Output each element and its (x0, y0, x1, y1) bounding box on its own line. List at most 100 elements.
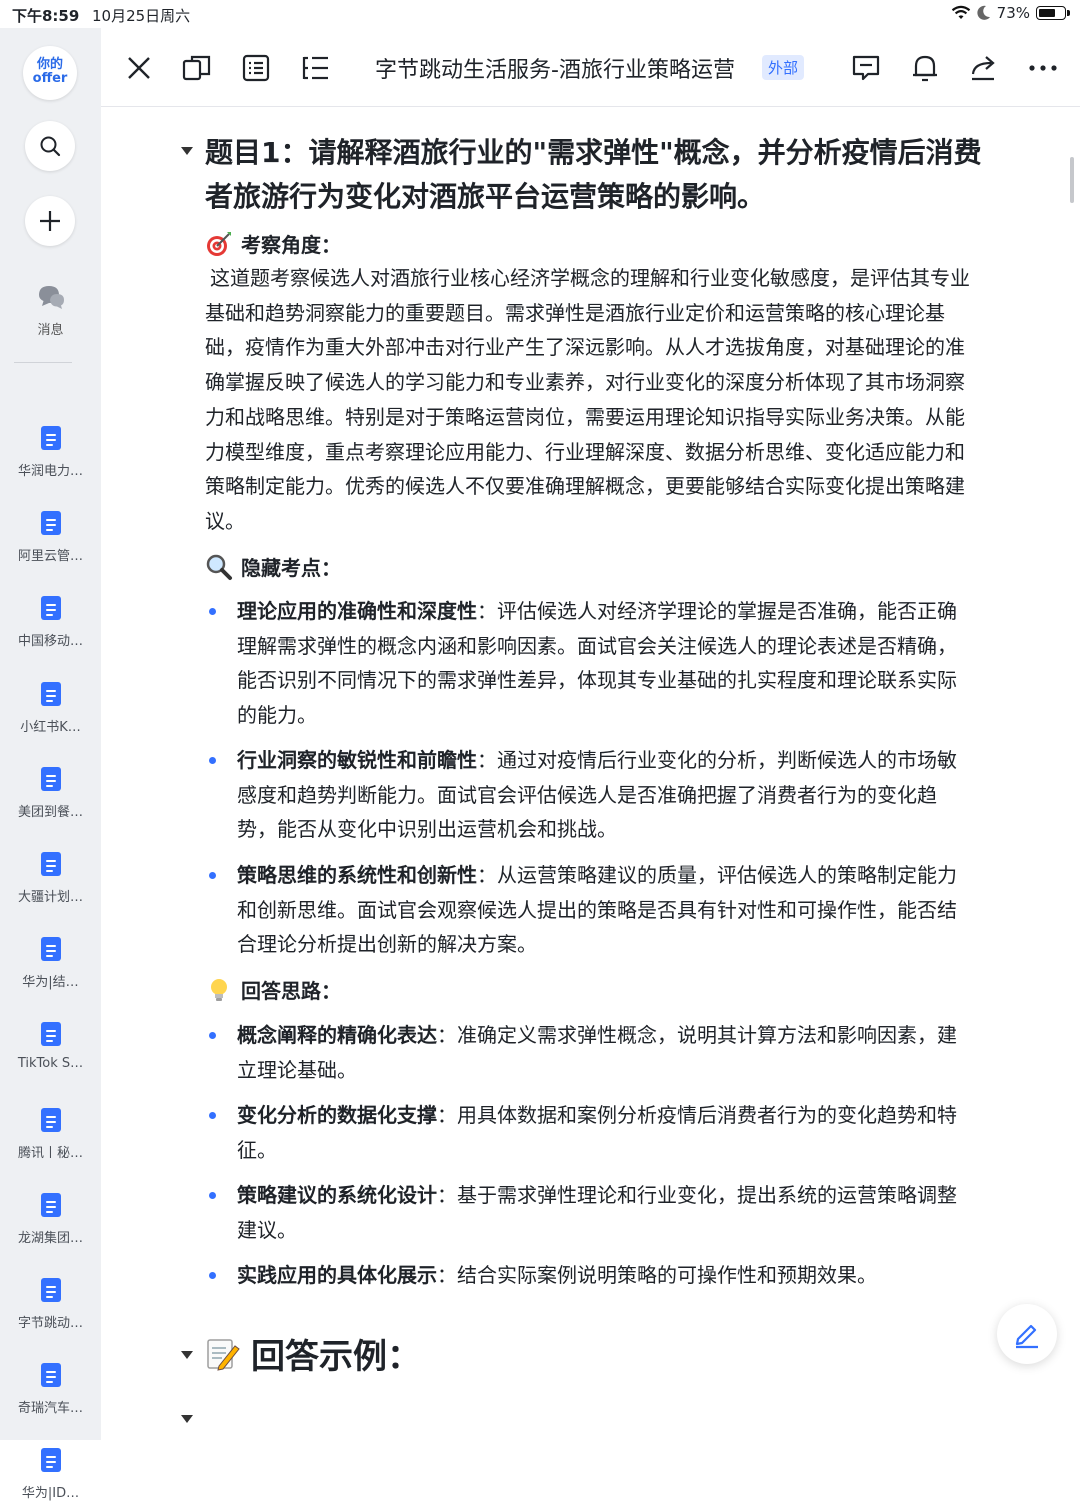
sidebar-doc-label: TikTok S… (17, 1056, 84, 1072)
target-icon (205, 230, 233, 258)
outline-button[interactable] (240, 52, 272, 84)
sidebar-doc-label: 奇瑞汽车… (17, 1401, 83, 1417)
sidebar-doc-item[interactable]: 华润电力… (0, 426, 101, 479)
sidebar-doc-item[interactable]: 美团到餐… (0, 766, 101, 820)
hidden-title: 隐藏考点： (241, 556, 341, 580)
more-button[interactable] (1027, 52, 1059, 84)
bell-icon (913, 55, 937, 82)
close-icon (128, 57, 150, 79)
logo-line1: 你的 (36, 57, 63, 72)
sidebar-doc-item[interactable]: 字节跳动… (0, 1278, 101, 1331)
approach-title: 回答思路： (241, 979, 341, 1003)
collapse-toggle-example[interactable] (181, 1351, 193, 1359)
window-button[interactable] (181, 52, 213, 84)
sidebar-divider (14, 362, 72, 363)
approach-point-item: 概念阐释的精确化表达：准确定义需求弹性概念，说明其计算方法和影响因素，建立理论基… (205, 1018, 975, 1087)
notification-button[interactable] (909, 52, 941, 84)
doc-icon (40, 426, 61, 450)
bullet-text: ：结合实际案例说明策略的可操作性和预期效果。 (437, 1263, 877, 1287)
sidebar-doc-label: 大疆计划… (17, 890, 83, 905)
comment-button[interactable] (850, 52, 882, 84)
bullet-bold: 行业洞察的敏锐性和前瞻性 (237, 748, 477, 772)
search-icon (40, 136, 61, 157)
sidebar-doc-item[interactable]: 阿里云管… (0, 511, 101, 564)
hidden-point-item: 策略思维的系统性和创新性：从运营策略建议的质量，评估候选人的策略制定能力和创新思… (205, 858, 975, 962)
doc-icon (40, 852, 61, 876)
hidden-point-item: 理论应用的准确性和深度性：评估候选人对经济学理论的掌握是否准确，能否正确理解需求… (205, 594, 975, 733)
share-button[interactable] (968, 52, 1000, 84)
wifi-icon (951, 5, 970, 19)
bullet-dot (209, 757, 216, 764)
approach-point-item: 策略建议的系统化设计：基于需求弹性理论和行业变化，提出系统的运营策略调整建议。 (205, 1178, 975, 1247)
bullet-dot (209, 1112, 216, 1119)
sidebar-doc-item[interactable]: 华为|结… (0, 937, 101, 990)
perspective-text: 这道题考察候选人对酒旅行业核心经济学概念的理解和行业变化敏感度，是评估其专业基础… (205, 266, 970, 533)
hidden-section-title: 隐藏考点： (205, 552, 341, 581)
doc-content[interactable]: 题目1：请解释酒旅行业的"需求弹性"概念，并分析疫情后消费者旅游行为变化对酒旅平… (101, 107, 1080, 1440)
sidebar-doc-label: 华为|结… (22, 975, 79, 991)
question-heading: 题目1：请解释酒旅行业的"需求弹性"概念，并分析疫情后消费者旅游行为变化对酒旅平… (205, 136, 982, 213)
doc-title: 字节跳动生活服务-酒旅行业策略运营 (375, 58, 735, 83)
battery-icon (1036, 6, 1070, 20)
share-icon (971, 56, 995, 81)
approach-point-item: 实践应用的具体化展示：结合实际案例说明策略的可操作性和预期效果。 (205, 1258, 975, 1293)
sidebar-doc-item[interactable]: 小红书K… (0, 681, 101, 735)
scrollbar-thumb[interactable] (1070, 157, 1074, 203)
collapse-toggle-sub[interactable] (181, 1415, 193, 1423)
toc-icon (302, 56, 328, 80)
edit-button[interactable] (997, 1304, 1057, 1364)
bullet-dot (209, 1272, 216, 1279)
doc-icon (40, 596, 61, 621)
external-badge: 外部 (762, 55, 805, 80)
close-button[interactable] (123, 52, 155, 84)
approach-point-item: 变化分析的数据化支撑：用具体数据和案例分析疫情后消费者行为的变化趋势和特征。 (205, 1098, 975, 1167)
moon-icon (977, 5, 990, 20)
doc-icon (40, 1022, 61, 1047)
sidebar-doc-item[interactable]: 奇瑞汽车… (0, 1363, 101, 1416)
lightbulb-icon (205, 976, 233, 1004)
sidebar-doc-item[interactable]: 龙湖集团… (0, 1192, 101, 1246)
comment-icon (852, 55, 880, 81)
doc-icon (40, 511, 61, 536)
list-doc-icon (242, 54, 270, 82)
sidebar-messages[interactable]: 消息 (0, 283, 101, 338)
doc-icon (40, 1192, 61, 1217)
sidebar-doc-label: 中国移动… (17, 634, 83, 650)
sidebar-doc-item[interactable]: 大疆计划… (0, 852, 101, 905)
perspective-title: 考察角度： (241, 233, 341, 257)
sidebar-doc-label: 美团到餐… (17, 804, 83, 820)
doc-icon (40, 1107, 61, 1132)
approach-section-title: 回答思路： (205, 975, 341, 1004)
bullet-bold: 理论应用的准确性和深度性 (237, 599, 477, 623)
status-bar: 下午8:59 10月25日周六 73% (0, 0, 1080, 28)
sidebar-doc-item[interactable]: 华为|ID… (0, 1448, 101, 1501)
bullet-dot (209, 608, 216, 615)
sidebar-doc-item[interactable]: TikTok S… (0, 1022, 101, 1071)
doc-icon (40, 1278, 61, 1302)
sidebar-doc-item[interactable]: 腾讯丨秘… (0, 1107, 101, 1161)
sidebar-doc-label: 华润电力… (17, 464, 83, 479)
toc-button[interactable] (299, 52, 331, 84)
doc-icon (40, 1448, 61, 1473)
perspective-section-title: 考察角度： (205, 229, 341, 258)
sidebar-doc-item[interactable]: 中国移动… (0, 596, 101, 649)
status-date: 10月25日周六 (92, 7, 191, 25)
status-time: 下午8:59 (12, 7, 80, 25)
hidden-point-item: 行业洞察的敏锐性和前瞻性：通过对疫情后行业变化的分析，判断候选人的市场敏感度和趋… (205, 743, 975, 847)
pencil-icon (1015, 1324, 1038, 1349)
doc-toolbar: 字节跳动生活服务-酒旅行业策略运营 外部 (101, 28, 1080, 107)
more-icon (1029, 65, 1057, 71)
example-section-title: 回答示例： (205, 1329, 421, 1378)
sidebar-doc-label: 小红书K… (20, 719, 81, 735)
bullet-bold: 概念阐释的精确化表达 (237, 1023, 437, 1047)
doc-icon (40, 1363, 61, 1388)
add-button[interactable] (25, 196, 75, 246)
bullet-dot (209, 872, 216, 879)
collapse-toggle-heading[interactable] (181, 147, 193, 155)
sidebar-doc-label: 华为|ID… (21, 1486, 80, 1501)
app-logo[interactable]: 你的 offer (23, 46, 77, 100)
plus-icon (40, 211, 60, 231)
sidebar-doc-label: 腾讯丨秘… (17, 1145, 83, 1161)
search-button[interactable] (25, 121, 75, 171)
sidebar: 你的 offer 消息 华润电力… 阿里云管… 中国移动… 小红书K… 美团到餐… 大疆计… (0, 28, 101, 1501)
